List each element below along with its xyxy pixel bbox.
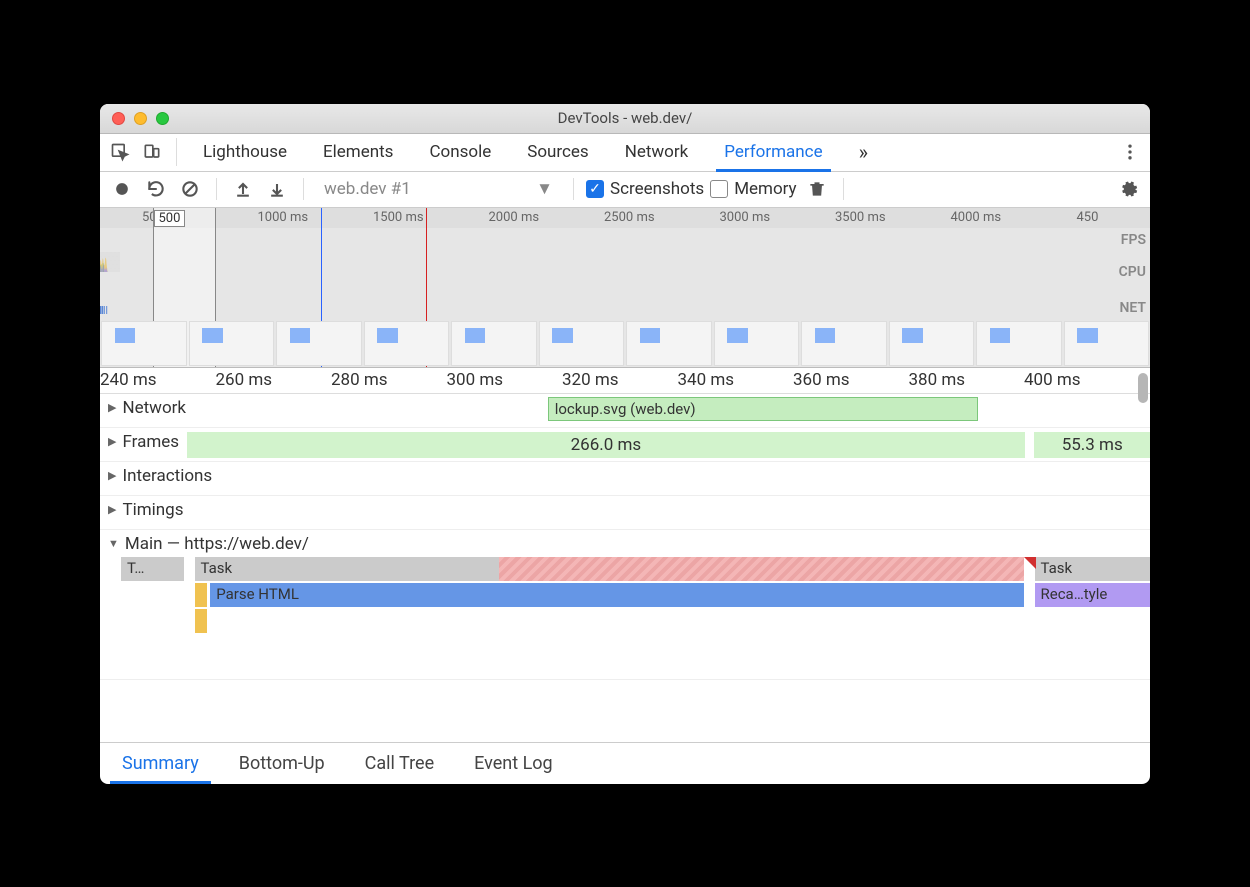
net-lane (100, 302, 1150, 316)
titlebar: DevTools - web.dev/ (100, 104, 1150, 134)
ruler-tick: 320 ms (562, 370, 619, 390)
frame-block[interactable]: 266.0 ms (187, 432, 1025, 458)
checkbox-checked-icon: ✓ (586, 180, 604, 198)
long-task-warning-icon (1024, 557, 1036, 569)
track-main[interactable]: ▼Main — https://web.dev/ T…TaskTask Pars… (100, 530, 1150, 680)
clear-button[interactable] (176, 175, 204, 203)
ruler-tick: 360 ms (793, 370, 850, 390)
reload-button[interactable] (142, 175, 170, 203)
memory-checkbox[interactable]: Memory (710, 179, 796, 199)
network-block[interactable]: lockup.svg (web.dev) (548, 397, 978, 421)
cpu-lane (100, 252, 1150, 302)
capture-settings-gear-icon[interactable] (1114, 175, 1142, 203)
tab-lighthouse[interactable]: Lighthouse (187, 134, 303, 171)
chevron-down-icon: ▼ (536, 179, 553, 199)
overview-tick: 1500 ms (373, 210, 424, 225)
tabs-overflow-button[interactable]: » (843, 134, 884, 171)
details-tabstrip: Summary Bottom-Up Call Tree Event Log (100, 742, 1150, 784)
overview-tick: 2000 ms (489, 210, 540, 225)
track-network[interactable]: ▶Network lockup.svg (web.dev) (100, 394, 1150, 428)
recording-select[interactable]: web.dev #1 ▼ (316, 176, 561, 202)
flame-block[interactable]: T… (121, 557, 184, 581)
garbage-collect-icon[interactable] (803, 175, 831, 203)
overview-badge: 500 (154, 210, 186, 227)
btab-call-tree[interactable]: Call Tree (347, 743, 452, 784)
screenshots-checkbox[interactable]: ✓ Screenshots (586, 179, 704, 199)
scrollbar-vertical[interactable] (1138, 394, 1148, 403)
device-toolbar-icon[interactable] (138, 138, 166, 166)
inspect-element-icon[interactable] (106, 138, 134, 166)
devtools-window: DevTools - web.dev/ Lighthouse Elements … (100, 104, 1150, 784)
flame-block[interactable]: Parse HTML (210, 583, 1024, 607)
tab-elements[interactable]: Elements (307, 134, 409, 171)
flame-block[interactable]: Reca…tyle (1035, 583, 1151, 607)
detail-ruler[interactable]: 240 ms 260 ms 280 ms 300 ms 320 ms 340 ms 360 … (100, 368, 1150, 394)
overview-timeline[interactable]: 500 ms1000 ms1500 ms2000 ms2500 ms3000 m… (100, 208, 1150, 368)
ruler-tick: 400 ms (1024, 370, 1081, 390)
ruler-tick: 280 ms (331, 370, 388, 390)
screenshot-thumbnails (100, 320, 1150, 367)
ruler-tick: 300 ms (447, 370, 504, 390)
recording-name: web.dev #1 (324, 179, 411, 199)
ruler-tick: 380 ms (909, 370, 966, 390)
overview-tick: 3000 ms (720, 210, 771, 225)
btab-bottom-up[interactable]: Bottom-Up (221, 743, 343, 784)
overview-tick: 3500 ms (835, 210, 886, 225)
overview-tick: 1000 ms (258, 210, 309, 225)
ruler-tick: 340 ms (678, 370, 735, 390)
cpu-lane-label: CPU (1119, 264, 1146, 280)
flame-block[interactable] (195, 609, 207, 633)
flame-block[interactable] (195, 583, 208, 607)
overview-tick: 450 (1077, 210, 1099, 225)
track-timings[interactable]: ▶Timings (100, 496, 1150, 530)
btab-event-log[interactable]: Event Log (456, 743, 571, 784)
tab-performance[interactable]: Performance (708, 134, 838, 171)
flame-block[interactable]: Task (1035, 557, 1151, 581)
net-lane-label: NET (1119, 300, 1146, 316)
more-options-icon[interactable] (1116, 138, 1144, 166)
performance-toolbar: web.dev #1 ▼ ✓ Screenshots Memory (100, 172, 1150, 208)
main-tabstrip: Lighthouse Elements Console Sources Netw… (100, 134, 1150, 172)
download-profile-icon[interactable] (263, 175, 291, 203)
window-title: DevTools - web.dev/ (100, 109, 1150, 127)
fps-lane-label: FPS (1121, 232, 1146, 248)
tab-sources[interactable]: Sources (511, 134, 604, 171)
ruler-tick: 260 ms (216, 370, 273, 390)
track-interactions[interactable]: ▶Interactions (100, 462, 1150, 496)
tab-console[interactable]: Console (413, 134, 507, 171)
flame-block[interactable] (499, 557, 1024, 581)
btab-summary[interactable]: Summary (104, 743, 217, 784)
frame-block[interactable]: 55.3 ms (1034, 432, 1150, 458)
tab-network[interactable]: Network (609, 134, 705, 171)
overview-tick: 4000 ms (951, 210, 1002, 225)
track-frames[interactable]: ▶Frames 266.0 ms55.3 ms (100, 428, 1150, 462)
flame-block[interactable]: Task (195, 557, 500, 581)
overview-tick: 2500 ms (604, 210, 655, 225)
tracks-area[interactable]: ▶Network lockup.svg (web.dev) ▶Frames 26… (100, 394, 1150, 742)
ruler-tick: 240 ms (100, 370, 157, 390)
checkbox-icon (710, 180, 728, 198)
record-button[interactable] (108, 175, 136, 203)
upload-profile-icon[interactable] (229, 175, 257, 203)
